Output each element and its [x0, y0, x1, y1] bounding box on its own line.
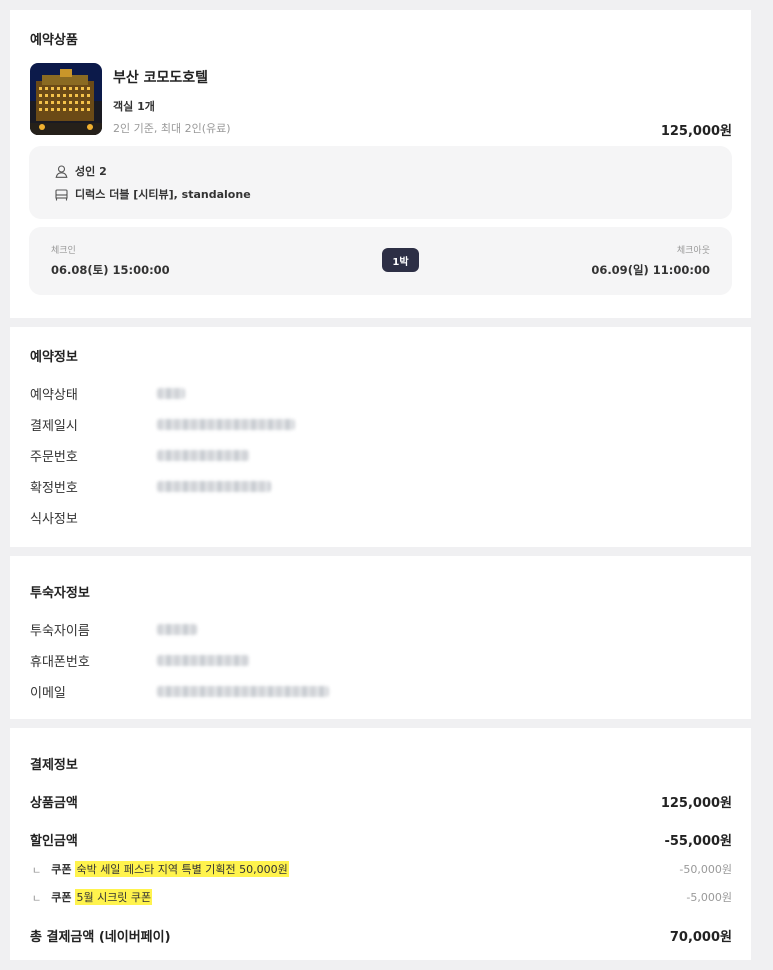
total-amount-label: 총 결제금액 (네이버페이): [30, 930, 171, 945]
reservation-status-label: 예약상태: [30, 388, 78, 403]
nights-badge: 1박: [382, 248, 419, 272]
coupon-type: 쿠폰: [51, 863, 72, 876]
checkin-label: 체크인: [51, 246, 76, 256]
confirmation-number-label: 확정번호: [30, 481, 78, 496]
checkin-checkout-box: 체크인 06.08(토) 15:00:00 1박 체크아웃 06.09(일) 1…: [29, 227, 732, 295]
coupon-name: 숙박 세일 페스타 지역 특별 기획전 50,000원: [75, 861, 289, 877]
total-amount-value: 70,000원: [669, 930, 732, 945]
product-amount-label: 상품금액: [30, 796, 78, 811]
person-icon: [55, 164, 68, 178]
product-price: 125,000원: [660, 124, 732, 139]
hotel-image: [30, 63, 102, 135]
coupon-amount: -50,000원: [679, 863, 732, 876]
room-capacity: 2인 기준, 최대 2인(유료): [113, 122, 231, 135]
checkin-value: 06.08(토) 15:00:00: [51, 263, 170, 277]
bed-icon: [55, 188, 68, 201]
phone-value-redacted: [157, 655, 249, 666]
guest-name-label: 투숙자이름: [30, 624, 90, 639]
phone-label: 휴대폰번호: [30, 655, 90, 670]
guest-name-value-redacted: [157, 624, 197, 635]
meal-info-label: 식사정보: [30, 512, 78, 527]
section-title: 예약정보: [30, 350, 78, 365]
email-label: 이메일: [30, 686, 66, 701]
order-number-label: 주문번호: [30, 450, 78, 465]
room-type-row: 디럭스 더블 [시티뷰], standalone: [55, 186, 251, 202]
email-value-redacted: [157, 686, 329, 697]
branch-marker: ㄴ: [32, 893, 42, 905]
reservation-section: 예약정보 예약상태 결제일시 주문번호 확정번호 식사정보: [10, 327, 751, 547]
order-number-value-redacted: [157, 450, 249, 461]
section-title: 결제정보: [30, 758, 78, 773]
guest-section: 투숙자정보 투숙자이름 휴대폰번호 이메일: [10, 556, 751, 719]
branch-marker: ㄴ: [32, 865, 42, 877]
section-title: 투숙자정보: [30, 586, 90, 601]
room-type-text: 디럭스 더블 [시티뷰], standalone: [75, 188, 251, 201]
hotel-name[interactable]: 부산 코모도호텔: [113, 67, 208, 87]
confirmation-number-value-redacted: [157, 481, 271, 492]
guests-row: 성인 2: [55, 163, 107, 179]
payment-datetime-label: 결제일시: [30, 419, 78, 434]
coupon-item: ㄴ 쿠폰 숙박 세일 페스타 지역 특별 기획전 50,000원: [32, 861, 289, 877]
guests-text: 성인 2: [75, 165, 107, 178]
coupon-type: 쿠폰: [51, 891, 72, 904]
checkout-label: 체크아웃: [676, 246, 710, 256]
coupon-name: 5월 시크릿 쿠폰: [75, 889, 153, 905]
discount-label: 할인금액: [30, 834, 78, 849]
payment-datetime-value-redacted: [157, 419, 295, 430]
product-section: 예약상품 부산 코모도호텔 객실 1개 2인 기준, 최대 2인(유료) 125…: [10, 10, 751, 318]
coupon-amount: -5,000원: [686, 891, 732, 904]
payment-section: 결제정보 상품금액 125,000원 할인금액 -55,000원 ㄴ 쿠폰 숙박…: [10, 728, 751, 960]
room-option-box: 성인 2 디럭스 더블 [시티뷰], standalone: [29, 146, 732, 219]
section-title: 예약상품: [30, 33, 78, 48]
hotel-thumbnail[interactable]: [30, 63, 102, 135]
product-amount-value: 125,000원: [660, 796, 732, 811]
discount-value: -55,000원: [664, 834, 732, 849]
reservation-status-value-redacted: [157, 388, 185, 399]
coupon-item: ㄴ 쿠폰 5월 시크릿 쿠폰: [32, 889, 153, 905]
room-count: 객실 1개: [113, 100, 155, 113]
checkout-value: 06.09(일) 11:00:00: [591, 263, 710, 277]
